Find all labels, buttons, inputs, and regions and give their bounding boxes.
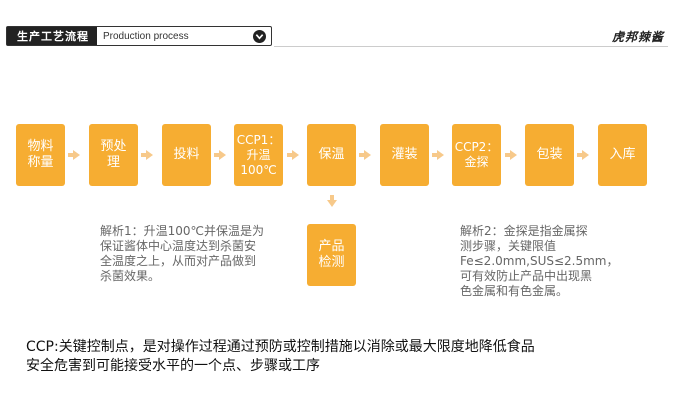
section-header: 生产工艺流程 Production process bbox=[6, 26, 272, 46]
flow-arrow bbox=[359, 150, 371, 160]
step-holding: 保温 bbox=[307, 124, 356, 186]
step-feeding: 投料 bbox=[162, 124, 211, 186]
flow-arrow bbox=[577, 150, 589, 160]
analysis-note-2: 解析2：金探是指金属探 测步骤，关键限值 Fe≤2.0mm,SUS≤2.5mm，… bbox=[460, 224, 619, 298]
section-title: 生产工艺流程 bbox=[7, 27, 97, 45]
flow-arrow bbox=[505, 150, 517, 160]
step-packaging: 包装 bbox=[525, 124, 574, 186]
step-warehousing: 入库 bbox=[598, 124, 647, 186]
flow-arrow bbox=[214, 150, 226, 160]
step-filling: 灌装 bbox=[380, 124, 429, 186]
step-ccp2-metal-detection: CCP2： 金探 bbox=[452, 124, 501, 186]
step-ccp1-heating: CCP1： 升温 100℃ bbox=[234, 124, 283, 186]
brand-logo: 虎邦辣酱 bbox=[611, 30, 664, 44]
ccp-definition: CCP:关键控制点，是对操作过程通过预防或控制措施以消除或最大限度地降低食品 安… bbox=[26, 339, 535, 374]
flow-arrow bbox=[68, 150, 80, 160]
step-pretreatment: 预处 理 bbox=[89, 124, 138, 186]
flow-arrow bbox=[141, 150, 153, 160]
step-material-weighing: 物料 称量 bbox=[16, 124, 65, 186]
step-product-testing: 产品 检测 bbox=[307, 224, 356, 286]
chevron-down-icon[interactable] bbox=[253, 29, 266, 43]
header-divider bbox=[274, 46, 668, 47]
branch-arrow bbox=[327, 195, 337, 207]
section-subtitle: Production process bbox=[103, 30, 189, 42]
flow-arrow bbox=[432, 150, 444, 160]
flow-arrow bbox=[287, 150, 299, 160]
analysis-note-1: 解析1：升温100℃并保温是为 保证酱体中心温度达到杀菌安 全温度之上，从而对产… bbox=[100, 224, 265, 283]
